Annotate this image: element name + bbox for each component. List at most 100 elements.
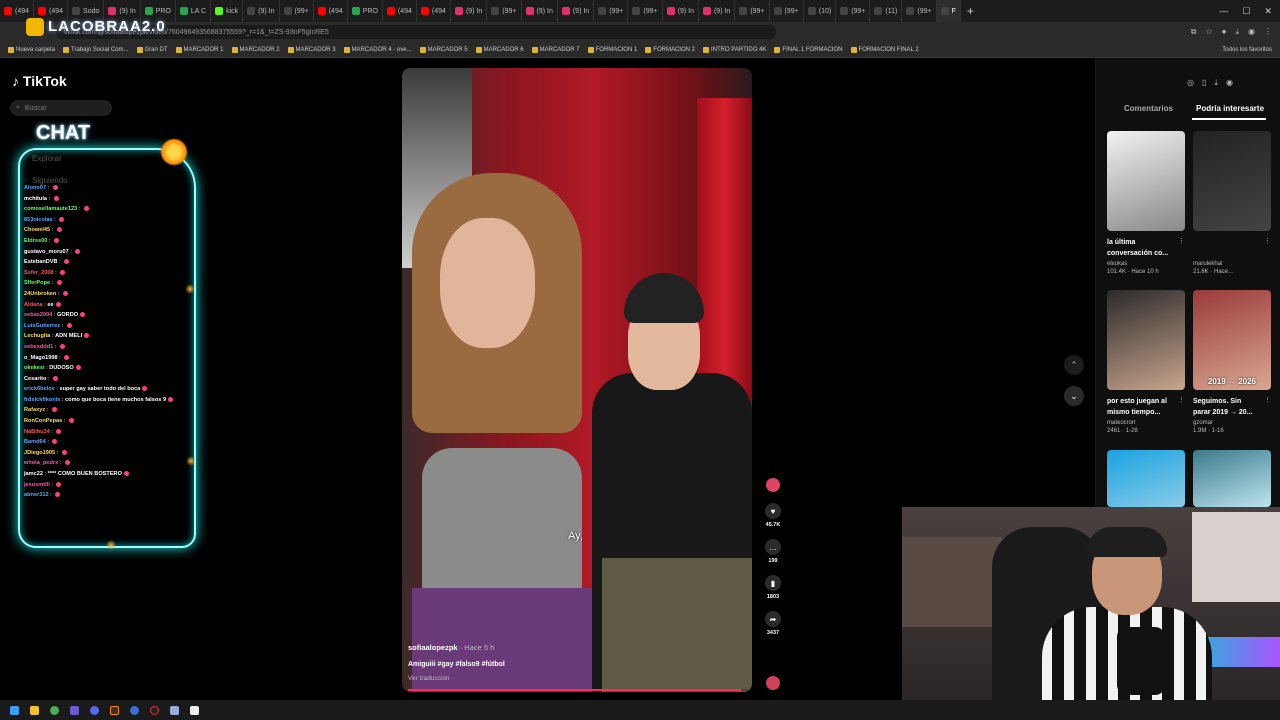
minimize-icon[interactable]: — <box>1219 6 1228 17</box>
browser-tab[interactable]: (99+ <box>902 0 937 22</box>
recommendation-card[interactable]: marulekhal 21.6K · Hace... ⋮ <box>1193 131 1271 275</box>
card-more-icon[interactable]: ⋮ <box>1264 237 1271 245</box>
card-more-icon[interactable]: ⋮ <box>1178 396 1185 404</box>
menu-icon[interactable]: ⋮ <box>1264 27 1272 37</box>
previous-video-button[interactable]: ⌃ <box>1064 355 1084 375</box>
browser-tab[interactable]: (9) In <box>558 0 595 22</box>
card-author[interactable]: elxokas <box>1107 261 1185 267</box>
browser-tab[interactable]: kick <box>211 0 244 22</box>
bookmark-item[interactable]: FINAL 1 FORMACION <box>774 46 843 53</box>
start-icon[interactable] <box>6 703 22 717</box>
heart-icon[interactable]: ♥ <box>765 503 781 519</box>
browser-tab[interactable]: F <box>936 0 961 22</box>
browser-tab[interactable]: (10) <box>804 0 837 22</box>
video-author[interactable]: sofiaalopezpk <box>408 643 458 652</box>
card-thumbnail[interactable]: 2019 → 2026 <box>1193 290 1271 390</box>
bookmark-item[interactable]: INTRO PARTIDO 4K <box>702 46 766 53</box>
install-icon[interactable]: ⧉ <box>1191 27 1197 37</box>
comment-icon[interactable]: … <box>765 539 781 555</box>
bookmark-item[interactable]: MARCADOR 5 <box>419 46 468 53</box>
bookmark-icon[interactable]: ▮ <box>765 575 781 591</box>
share-action[interactable]: ➦ 3437 <box>760 611 786 636</box>
bookmark-item[interactable]: MARCADOR 3 <box>287 46 336 53</box>
video-player[interactable] <box>402 68 752 692</box>
bookmark-item[interactable]: MARCADOR 2 <box>231 46 280 53</box>
comment-action[interactable]: … 199 <box>760 539 786 564</box>
browser-tab[interactable]: (99+ <box>836 0 871 22</box>
bookmark-item[interactable]: FORMACION 1 <box>587 46 637 53</box>
discord-icon[interactable] <box>86 703 102 717</box>
card-author[interactable]: mateocrorr <box>1107 420 1185 426</box>
card-more-icon[interactable]: ⋮ <box>1264 396 1271 404</box>
tiktok-logo[interactable]: ♪ TikTok <box>12 73 67 89</box>
card-thumbnail[interactable] <box>1107 290 1185 390</box>
browser-tab[interactable]: (9) In <box>451 0 488 22</box>
browser-tab[interactable]: PRO <box>348 0 383 22</box>
browser-tab[interactable]: (494 <box>383 0 417 22</box>
card-more-icon[interactable]: ⋮ <box>1178 237 1185 245</box>
file-explorer-icon[interactable] <box>26 703 42 717</box>
maximize-icon[interactable]: ☐ <box>1242 6 1250 17</box>
bookmark-item[interactable]: Nueva carpeta <box>8 46 55 53</box>
like-action[interactable]: ♥ 45.7K <box>760 503 786 528</box>
music-disc-icon[interactable] <box>766 676 780 690</box>
folder-icon[interactable] <box>166 703 182 717</box>
profile-icon[interactable]: ◉ <box>1248 27 1255 37</box>
browser-tab[interactable]: (11) <box>870 0 903 22</box>
browser-tab[interactable]: (9) In <box>699 0 736 22</box>
avatar[interactable]: ◉ <box>1226 78 1233 88</box>
bookmark-item[interactable]: MARCADOR 4 - ove... <box>343 46 412 53</box>
app-icon[interactable] <box>186 703 202 717</box>
grid-app-icon[interactable] <box>66 703 82 717</box>
card-thumbnail[interactable] <box>1107 131 1185 231</box>
tab-podria-interesarte[interactable]: Podría interesarte <box>1196 104 1264 113</box>
browser-tab[interactable]: (99+ <box>770 0 804 22</box>
recorder-icon[interactable] <box>146 703 162 717</box>
browser-tab[interactable]: (99+ <box>735 0 770 22</box>
bookmark-item[interactable]: FORMACION FINAL 2 <box>850 46 919 53</box>
bookmark-item[interactable]: MARCADOR 7 <box>531 46 580 53</box>
card-thumbnail[interactable] <box>1193 131 1271 231</box>
browser-tab[interactable]: (99+ <box>628 0 663 22</box>
bookmark-item[interactable]: FORMACION 2 <box>645 46 695 53</box>
browser-tab[interactable]: (99+ <box>594 0 629 22</box>
browser-tab[interactable]: (99+ <box>280 0 314 22</box>
recommendation-card[interactable]: 2019 → 2026 Seguimos. Sin parar 2019 → 20… <box>1193 290 1271 434</box>
browser-tab[interactable]: (494 <box>314 0 348 22</box>
next-video-button[interactable]: ⌄ <box>1064 386 1084 406</box>
share-icon[interactable]: ➦ <box>765 611 781 627</box>
phone-icon[interactable]: ▯ <box>1202 78 1206 88</box>
browser-tab[interactable]: (9) In <box>663 0 699 22</box>
browser-tab[interactable]: (9) In <box>522 0 558 22</box>
bookmark-item[interactable]: MARCADOR 1 <box>175 46 224 53</box>
video-progress-bar[interactable] <box>408 689 748 691</box>
compass-icon[interactable]: ◎ <box>1187 78 1194 88</box>
save-action[interactable]: ▮ 1803 <box>760 575 786 600</box>
recommendation-card[interactable] <box>1107 450 1185 507</box>
download-icon[interactable]: ⤓ <box>1235 27 1239 37</box>
recommendation-card[interactable] <box>1193 450 1271 507</box>
bookmark-star-icon[interactable]: ☆ <box>1205 27 1212 37</box>
browser-tab[interactable]: (99+ <box>487 0 522 22</box>
bookmark-item[interactable]: Gran DT <box>136 46 168 53</box>
tab-comentarios[interactable]: Comentarios <box>1124 104 1173 113</box>
all-favorites-button[interactable]: Todos los favoritos <box>1222 47 1280 53</box>
translate-link[interactable]: Ver traducción <box>408 675 450 682</box>
card-author[interactable]: marulekhal <box>1193 261 1271 267</box>
browser-tab[interactable]: (494 <box>417 0 451 22</box>
close-icon[interactable]: ✕ <box>1264 6 1272 17</box>
chrome-icon[interactable] <box>46 703 62 717</box>
media-app-icon[interactable] <box>106 703 122 717</box>
browser-tab[interactable]: (9) In <box>243 0 280 22</box>
new-tab-button[interactable]: + <box>961 4 980 18</box>
card-thumbnail[interactable] <box>1193 450 1271 507</box>
search-input[interactable]: ⌕ Buscar <box>10 100 112 116</box>
card-thumbnail[interactable] <box>1107 450 1185 507</box>
browser-tab[interactable]: LA C <box>176 0 212 22</box>
card-author[interactable]: gzomar <box>1193 420 1271 426</box>
download-icon[interactable]: ⤓ <box>1214 78 1218 88</box>
obs-icon[interactable] <box>126 703 142 717</box>
recommendation-card[interactable]: la última conversación co... elxokas 101.4… <box>1107 131 1185 275</box>
bookmark-item[interactable]: MARCADOR 6 <box>475 46 524 53</box>
extension-icon[interactable]: ● <box>1222 27 1227 37</box>
